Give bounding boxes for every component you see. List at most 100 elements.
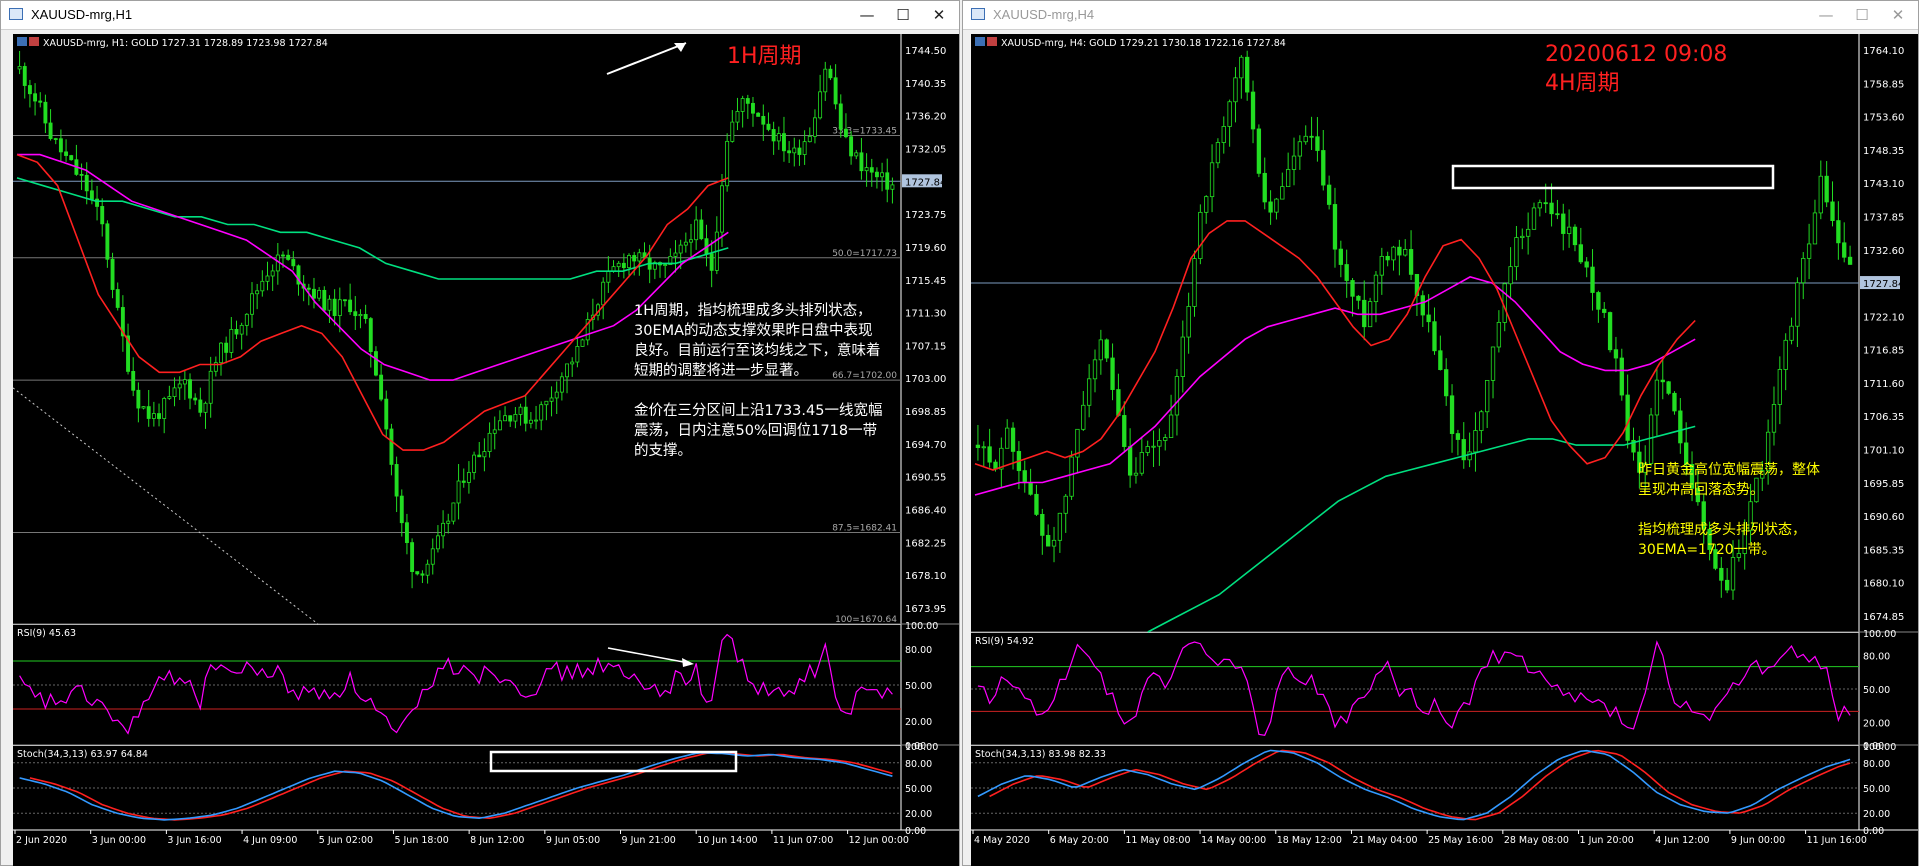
chart-window-icon [971, 8, 985, 20]
close-button[interactable]: ✕ [921, 3, 957, 27]
candle-body [255, 290, 260, 295]
price-tick-label: 1736.20 [905, 112, 946, 123]
candle-body [1432, 321, 1437, 352]
maximize-button[interactable]: ☐ [1844, 3, 1880, 27]
candle-body [188, 379, 192, 399]
candle-body [880, 172, 885, 178]
candle-body [1209, 162, 1215, 198]
price-tick-label: 1694.70 [905, 440, 946, 451]
time-tick-label: 4 Jun 09:00 [243, 835, 297, 846]
candle-body [389, 428, 394, 465]
candle-body [508, 415, 513, 422]
candle-body [291, 259, 296, 267]
window-titlebar[interactable]: XAUUSD-mrg,H1 — ☐ ✕ [1, 1, 959, 30]
candle-body [306, 287, 311, 290]
candle-body [1168, 414, 1174, 438]
price-chart-h4[interactable]: 1764.10 1758.85 1753.60 1748.35 1743.10 1737.… [963, 30, 1918, 866]
analysis-comment-line: 呈现冲高回落态势。 [1638, 481, 1764, 498]
time-tick-label: 5 Jun 18:00 [394, 835, 448, 846]
analysis-comment-line: 的支撑。 [634, 442, 692, 459]
minimize-button[interactable]: — [1808, 3, 1844, 27]
price-tick-label: 1686.40 [905, 506, 946, 517]
candle-body [1086, 378, 1092, 406]
candle-body [203, 402, 208, 413]
candle-body [410, 542, 415, 572]
candle-body [1268, 201, 1273, 213]
candle-body [1285, 169, 1291, 188]
candle-body [1397, 246, 1402, 256]
price-tick-label: 1723.75 [905, 210, 946, 221]
chart-window-h1[interactable]: XAUUSD-mrg,H1 — ☐ ✕ 1744.50 1740.35 1736.2… [0, 0, 960, 866]
candle-body [1022, 470, 1027, 484]
candle-body [131, 370, 136, 391]
candle-body [353, 311, 358, 317]
candle-body [399, 495, 404, 524]
candle-body [250, 293, 254, 315]
price-chart-h1[interactable]: 1744.50 1740.35 1736.20 1732.05 1727.84 1723.… [1, 30, 959, 866]
candle-body [838, 103, 843, 130]
window-titlebar[interactable]: XAUUSD-mrg,H4 — ☐ ✕ [963, 1, 1918, 30]
candle-body [606, 271, 611, 283]
candle-body [84, 174, 89, 192]
fib-level-label: 100=1670.64 [835, 615, 897, 625]
candle-body [1344, 264, 1349, 281]
candle-body [1046, 534, 1051, 547]
candle-body [105, 223, 110, 260]
close-button[interactable]: ✕ [1880, 3, 1916, 27]
time-tick-label: 9 Jun 00:00 [1731, 835, 1785, 846]
analysis-comment-line: 30EMA=1720一带。 [1638, 542, 1776, 558]
candle-body [1403, 249, 1408, 256]
candle-body [379, 374, 384, 400]
flag-icon [29, 37, 39, 46]
candle-body [1806, 243, 1812, 259]
candle-body [64, 151, 69, 156]
candle-body [219, 342, 223, 364]
rsi-tick-label: 20.00 [905, 717, 932, 728]
candle-body [492, 429, 497, 434]
candle-body [975, 444, 981, 448]
rsi-label: RSI(9) 54.92 [975, 636, 1034, 647]
time-tick-label: 14 May 00:00 [1201, 835, 1266, 846]
candle-body [115, 289, 120, 308]
time-tick-label: 21 May 04:00 [1352, 835, 1417, 846]
candle-body [513, 413, 518, 422]
candle-body [260, 280, 265, 292]
analysis-comment-line: 30EMA的动态支撑效果昨日盘中表现 [634, 321, 873, 339]
annotation-date-label: 20200612 09:08 [1545, 42, 1727, 67]
candle-body [1420, 295, 1425, 316]
candle-body [451, 502, 456, 522]
candle-body [812, 117, 817, 137]
candle-body [1180, 336, 1185, 377]
candle-body [1221, 126, 1226, 143]
candle-body [637, 252, 642, 262]
stoch-tick-label: 80.00 [905, 759, 932, 770]
time-tick-label: 4 Jun 12:00 [1655, 835, 1709, 846]
price-tick-label: 1740.35 [905, 79, 946, 90]
annotation-period-label: 1H周期 [727, 44, 802, 69]
candle-body [673, 252, 678, 257]
candle-body [141, 406, 146, 409]
chart-window-h4[interactable]: XAUUSD-mrg,H4 — ☐ ✕ 1764.10 1758.85 1753.6… [962, 0, 1919, 866]
time-tick-label: 5 Jun 02:00 [319, 835, 373, 846]
candle-body [756, 112, 761, 117]
minimize-button[interactable]: — [849, 3, 885, 27]
candle-body [1812, 212, 1818, 245]
candle-body [53, 138, 58, 140]
candle-body [678, 244, 683, 254]
candle-body [415, 571, 420, 575]
candle-body [1063, 495, 1068, 514]
candle-body [1578, 244, 1583, 263]
candle-body [1356, 295, 1361, 301]
candle-body [1186, 306, 1191, 338]
price-tick-label: 1737.85 [1863, 212, 1904, 223]
candle-body [1408, 249, 1414, 275]
candle-body [1438, 350, 1443, 370]
stoch-tick-label: 100.00 [905, 742, 938, 753]
chart-window-icon [9, 8, 23, 20]
candle-body [472, 454, 477, 473]
candle-body [146, 406, 151, 419]
maximize-button[interactable]: ☐ [885, 3, 921, 27]
candle-body [689, 239, 693, 243]
candle-body [1561, 213, 1566, 234]
price-tick-label: 1744.50 [905, 46, 946, 57]
